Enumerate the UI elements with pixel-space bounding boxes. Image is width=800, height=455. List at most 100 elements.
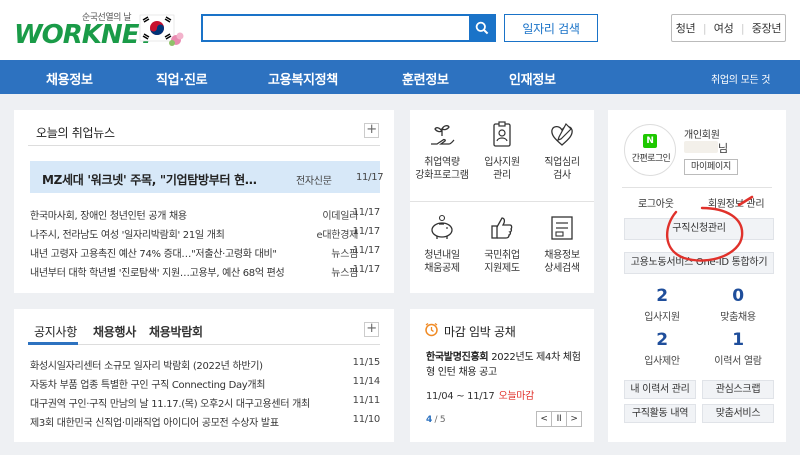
news-more-button[interactable]: + xyxy=(364,123,379,138)
tab-notices[interactable]: 공지사항 xyxy=(34,323,77,340)
document-list-icon xyxy=(551,216,573,240)
logout-link[interactable]: 로그아웃 xyxy=(638,195,674,210)
notice-more-button[interactable]: + xyxy=(364,322,379,337)
notice-item-title: 자동차 부품 업종 특별한 구인 구직 Connecting Day개최 xyxy=(30,380,266,391)
separator: | xyxy=(740,21,745,35)
news-item-date: 11/17 xyxy=(352,245,381,256)
tab-job-fairs[interactable]: 채용박람회 xyxy=(149,323,203,340)
service-national-employment[interactable]: 국민취업 지원제도 xyxy=(472,203,532,293)
list-item[interactable]: 대구권역 구인·구직 만남의 날 11.17.(목) 오후2시 대구고용센터 개… xyxy=(30,395,380,410)
service-youth-savings[interactable]: 청년내일 채움공제 xyxy=(412,203,472,293)
stat-label: 이력서 열람 xyxy=(714,356,762,367)
nav-talent[interactable]: 인재정보 xyxy=(509,69,556,88)
member-name-suffix: 님 xyxy=(718,142,728,155)
nav-all-about-jobs[interactable]: 취업의 모든 것 xyxy=(711,71,770,86)
id-badge-icon xyxy=(493,121,511,147)
list-item[interactable]: 내년부터 대학 학년별 '진로탐색' 지원…고용부, 예산 68억 편성 뉴스핌… xyxy=(30,264,380,279)
service-employability-program[interactable]: 취업역량 강화프로그램 xyxy=(412,110,472,200)
divider xyxy=(410,201,594,202)
notice-item-date: 11/14 xyxy=(352,376,381,387)
news-item-title: 내년부터 대학 학년별 '진로탐색' 지원…고용부, 예산 68억 편성 xyxy=(30,268,285,279)
pause-button[interactable]: II xyxy=(552,412,567,426)
audience-links: 청년 | 여성 | 중장년 xyxy=(671,14,786,42)
stat-applications[interactable]: 2 입사지원 xyxy=(627,285,697,323)
list-item[interactable]: 제3회 대한민국 신직업·미래직업 아이디어 공모전 수상자 발표 11/10 xyxy=(30,414,381,429)
stat-number: 0 xyxy=(732,286,744,306)
stat-resume-views[interactable]: 1 이력서 열람 xyxy=(703,329,773,367)
search-box xyxy=(201,14,496,42)
avatar: N 간편로그인 xyxy=(624,124,676,176)
deadline-dates: 11/04 ~ 11/17 xyxy=(426,391,495,402)
search-button[interactable] xyxy=(469,16,494,40)
stat-label: 맞춤채용 xyxy=(720,312,756,323)
scrap-button[interactable]: 관심스크랩 xyxy=(702,380,774,399)
deadline-pagination: 4 / 5 xyxy=(426,415,446,425)
job-search-button[interactable]: 일자리 검색 xyxy=(504,14,598,42)
list-item[interactable]: 한국마사회, 장애인 청년인턴 공개 채용 이데일리 11/17 xyxy=(30,207,381,222)
notice-item-title: 제3회 대한민국 신직업·미래직업 아이디어 공모전 수상자 발표 xyxy=(30,418,279,429)
one-id-integrate-button[interactable]: 고용노동서비스 One-ID 통합하기 xyxy=(624,252,774,274)
piggy-bank-icon xyxy=(431,214,453,239)
headline-news[interactable]: MZ세대 '워크넷' 주목, "기업탐방부터 현직자 멘토링까지" 전자신문 1… xyxy=(30,161,384,193)
naver-icon: N xyxy=(643,134,657,148)
taegukgi-flag-icon xyxy=(139,14,184,46)
news-item-date: 11/17 xyxy=(352,207,381,218)
main-nav: 채용정보 직업·진로 고용복지정책 훈련정보 인재정보 취업의 모든 것 xyxy=(0,60,800,94)
service-application-manage[interactable]: 입사지원 관리 xyxy=(472,110,532,200)
list-item[interactable]: 화성시일자리센터 소규모 일자리 박람회 (2022년 하반기) 11/15 xyxy=(30,357,380,372)
headline-title: MZ세대 '워크넷' 주목, "기업탐방부터 현직자 멘토링까지" xyxy=(42,173,264,187)
deadline-company: 한국발명진흥회 xyxy=(426,352,489,363)
news-item-title: 내년 고령자 고용촉진 예산 74% 증대…"저출산·고령화 대비" xyxy=(30,249,277,260)
job-application-manage-button[interactable]: 구직신청관리 xyxy=(624,218,774,240)
service-detail-search[interactable]: 채용정보 상세검색 xyxy=(532,203,592,293)
divider xyxy=(28,145,380,146)
list-item[interactable]: 내년 고령자 고용촉진 예산 74% 증대…"저출산·고령화 대비" 뉴스핌 1… xyxy=(30,245,381,260)
service-psych-test[interactable]: 직업심리 검사 xyxy=(532,110,592,200)
divider xyxy=(622,187,772,188)
notice-item-date: 11/10 xyxy=(352,414,381,425)
news-item-source: 이데일리 xyxy=(322,211,358,222)
search-input[interactable] xyxy=(203,16,471,40)
prev-button[interactable]: < xyxy=(537,412,552,426)
stat-matched-jobs[interactable]: 0 맞춤채용 xyxy=(703,285,773,323)
deadline-status: 오늘마감 xyxy=(498,391,535,402)
custom-service-button[interactable]: 맞춤서비스 xyxy=(702,404,774,423)
news-item-title: 한국마사회, 장애인 청년인턴 공개 채용 xyxy=(30,211,187,222)
news-title: 오늘의 취업뉴스 xyxy=(36,126,115,140)
next-button[interactable]: > xyxy=(567,412,581,426)
worknet-logo[interactable]: 순국선열의 날 WORKNET xyxy=(14,9,194,53)
service-label: 국민취업 지원제도 xyxy=(484,250,520,274)
my-resume-button[interactable]: 내 이력서 관리 xyxy=(624,380,696,399)
service-grid: 취업역량 강화프로그램 입사지원 관리 직업심리 검사 청년내일 채움공제 국민… xyxy=(410,110,594,293)
stat-offers[interactable]: 2 입사제안 xyxy=(627,329,697,367)
member-name-redacted xyxy=(684,141,718,153)
service-label: 청년내일 채움공제 xyxy=(424,250,460,274)
nav-career[interactable]: 직업·진로 xyxy=(156,69,208,88)
link-middle-aged[interactable]: 중장년 xyxy=(752,20,782,36)
nav-training[interactable]: 훈련정보 xyxy=(402,69,449,88)
list-item[interactable]: 자동차 부품 업종 특별한 구인 구직 Connecting Day개최 11/… xyxy=(30,376,381,391)
nav-employment-welfare[interactable]: 고용복지정책 xyxy=(268,69,338,88)
stat-label: 입사지원 xyxy=(644,312,680,323)
link-women[interactable]: 여성 xyxy=(714,20,734,36)
active-tab-indicator xyxy=(28,342,78,345)
nav-job-info[interactable]: 채용정보 xyxy=(46,69,93,88)
job-activity-button[interactable]: 구직활동 내역 xyxy=(624,404,696,423)
member-panel: N 간편로그인 개인회원 님 마이페이지 로그아웃 회원정보 관리 구직신청관리… xyxy=(608,110,786,442)
login-type: 간편로그인 xyxy=(631,154,671,164)
edit-member-info-link[interactable]: 회원정보 관리 xyxy=(708,195,765,210)
deadline-posting[interactable]: 한국발명진흥회 2022년도 제4차 체험형 인턴 채용 공고 xyxy=(426,350,586,380)
link-youth[interactable]: 청년 xyxy=(676,20,696,36)
sprout-hand-icon xyxy=(431,125,455,145)
news-item-title: 나주시, 전라남도 여성 '일자리박람회' 21일 개최 xyxy=(30,230,225,241)
thumbs-up-icon xyxy=(491,217,513,239)
heart-check-icon xyxy=(551,123,573,146)
news-item-date: 11/17 xyxy=(352,226,381,237)
mypage-button[interactable]: 마이페이지 xyxy=(684,159,738,175)
tab-hiring-events[interactable]: 채용행사 xyxy=(93,323,136,340)
stat-label: 입사제안 xyxy=(644,356,680,367)
carousel-controls: < II > xyxy=(536,411,582,427)
stat-number: 2 xyxy=(656,330,668,350)
deadline-dates-row: 11/04 ~ 11/17 오늘마감 xyxy=(426,387,534,402)
list-item[interactable]: 나주시, 전라남도 여성 '일자리박람회' 21일 개최 e대한경제 11/17 xyxy=(30,226,381,241)
